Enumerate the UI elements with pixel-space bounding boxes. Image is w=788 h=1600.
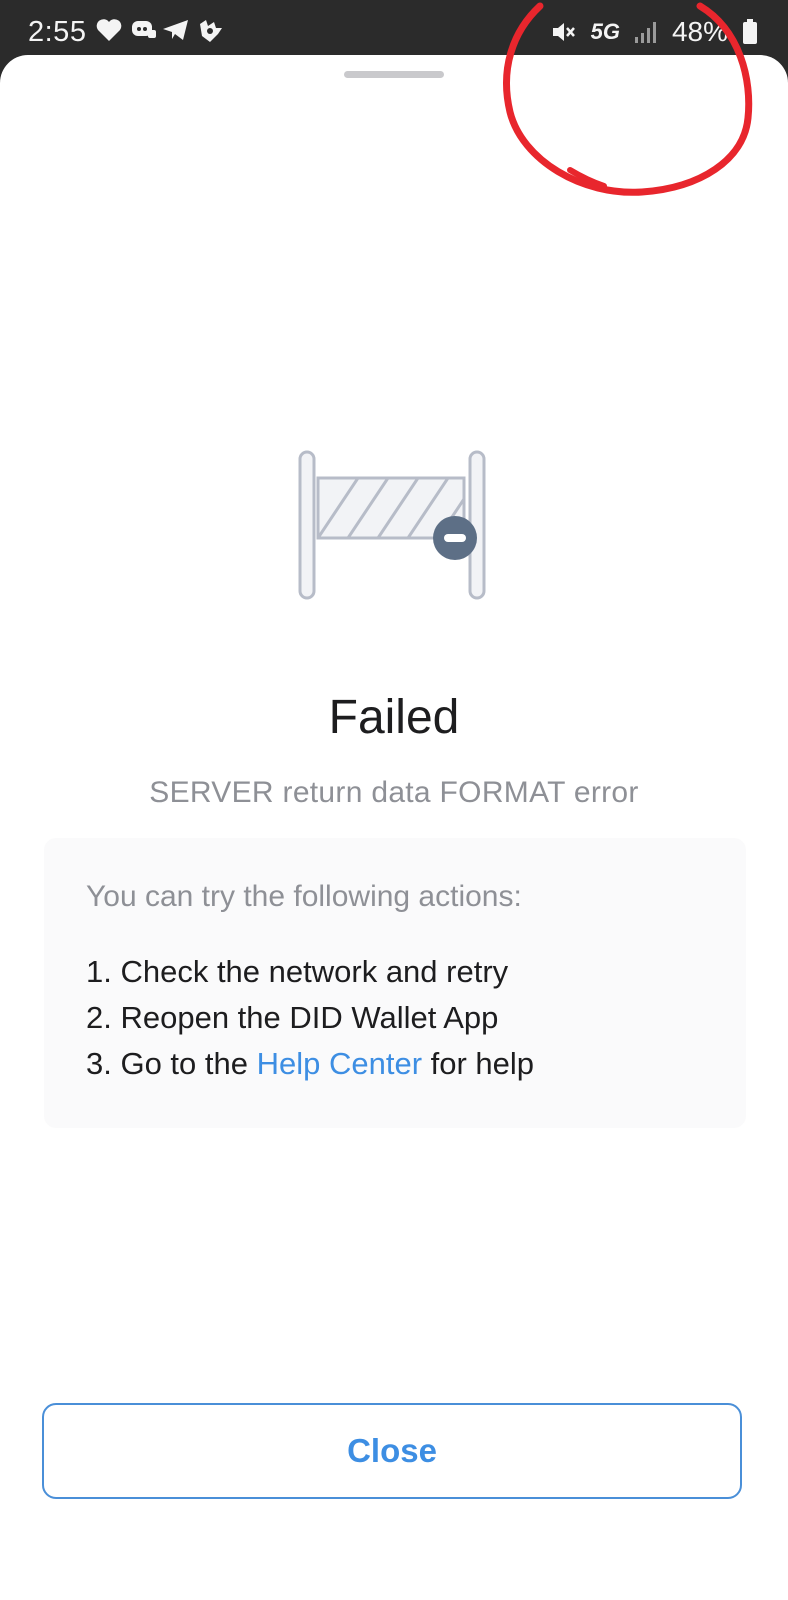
app-icon: [200, 20, 222, 42]
discord-icon: [132, 21, 156, 38]
error-subtitle: SERVER return data FORMAT error: [149, 776, 639, 809]
actions-header: You can try the following actions:: [86, 880, 522, 913]
action-item-help: 3. Go to the Help Center for help: [86, 1046, 534, 1082]
error-title: Failed: [328, 691, 460, 744]
help-center-link[interactable]: Help Center: [257, 1046, 422, 1081]
drag-handle[interactable]: [344, 71, 444, 78]
suggested-actions-box: You can try the following actions: 1. Ch…: [44, 838, 746, 1128]
action-item-retry: 1. Check the network and retry: [86, 954, 509, 989]
error-sheet: [0, 55, 788, 1600]
status-time: 2:55: [28, 16, 87, 48]
action-item-reopen: 2. Reopen the DID Wallet App: [86, 1000, 499, 1035]
action-help-suffix: for help: [422, 1046, 535, 1081]
annotation-circle: [503, 2, 753, 196]
action-help-prefix: 3. Go to the: [86, 1046, 257, 1081]
telegram-icon: [163, 20, 188, 40]
barrier-icon: [298, 450, 486, 600]
heart-icon: [96, 19, 122, 41]
close-button[interactable]: Close: [42, 1403, 742, 1499]
